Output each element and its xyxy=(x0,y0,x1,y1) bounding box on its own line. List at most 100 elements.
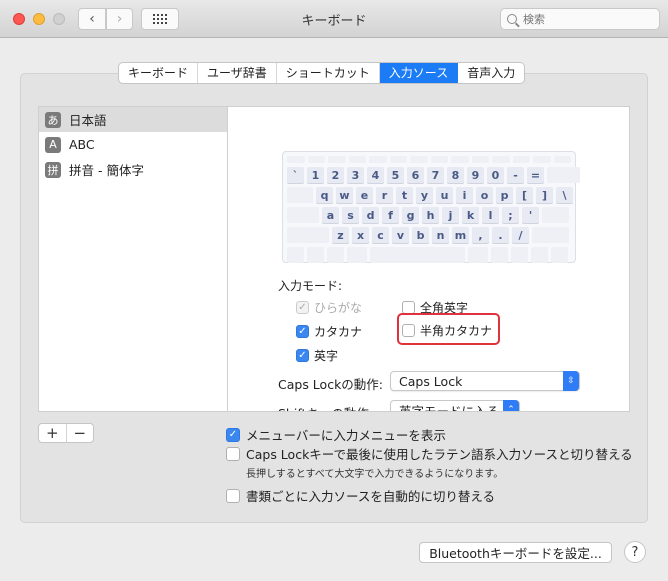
checkbox-label: ひらがな xyxy=(314,301,363,315)
key: p xyxy=(496,187,513,203)
caps-lock-note: 長押しするとすべて大文字で入力できるようになります。 xyxy=(246,469,504,480)
key: l xyxy=(482,207,499,223)
key: m xyxy=(452,227,469,243)
source-label: 拼音 - 簡体字 xyxy=(69,163,144,178)
key: ; xyxy=(502,207,519,223)
bluetooth-keyboard-button[interactable]: Bluetoothキーボードを設定... xyxy=(419,542,612,563)
space-key xyxy=(370,247,465,263)
modifier-key xyxy=(347,247,367,263)
tab-bar: キーボード ユーザ辞書 ショートカット 入力ソース 音声入力 xyxy=(118,62,526,84)
key: f xyxy=(382,207,399,223)
caps-lock-label: Caps Lockの動作: xyxy=(278,377,384,392)
source-detail-pane: ` 1 2 3 4 5 6 7 8 9 0- = q w e r t y u i o p[] \ a s d f g h j k l; ' … xyxy=(228,106,630,412)
key: w xyxy=(336,187,353,203)
key: 6 xyxy=(407,167,424,183)
shift-key xyxy=(532,227,569,243)
checkmark-icon[interactable]: ✓ xyxy=(226,427,240,442)
key: / xyxy=(512,227,529,243)
tab-keyboard[interactable]: キーボード xyxy=(119,63,199,83)
function-key xyxy=(492,156,510,163)
search-field[interactable] xyxy=(500,8,660,30)
show-input-menu-checkbox[interactable]: ✓ メニューバーに入力メニューを表示 xyxy=(226,425,446,444)
function-key xyxy=(287,156,305,163)
key: g xyxy=(402,207,419,223)
auto-switch-checkbox[interactable]: 書類ごとに入力ソースを自動的に切り替える xyxy=(226,486,495,505)
add-remove-buttons: + − xyxy=(38,423,94,443)
checkbox-label: カタカナ xyxy=(314,325,363,339)
checkmark-icon[interactable]: ✓ xyxy=(296,325,309,338)
function-key xyxy=(553,156,571,163)
source-item-japanese[interactable]: あ 日本語 xyxy=(39,107,227,132)
tab-dictation[interactable]: 音声入力 xyxy=(458,63,524,83)
key: ] xyxy=(536,187,553,203)
checkbox-box[interactable] xyxy=(226,488,240,503)
key: 3 xyxy=(347,167,364,183)
key: , xyxy=(472,227,489,243)
key: v xyxy=(392,227,409,243)
function-key xyxy=(410,156,428,163)
checkbox-box[interactable] xyxy=(402,324,415,337)
key: 9 xyxy=(467,167,484,183)
caps-key xyxy=(287,207,319,223)
key: 4 xyxy=(367,167,384,183)
checkbox-label: 半角カタカナ xyxy=(420,324,493,338)
checkbox-label: メニューバーに入力メニューを表示 xyxy=(246,428,446,443)
checkbox-box[interactable] xyxy=(226,446,240,461)
katakana-checkbox[interactable]: ✓ カタカナ xyxy=(296,323,362,340)
tab-input-sources[interactable]: 入力ソース xyxy=(379,63,459,83)
input-source-list[interactable]: あ 日本語 A ABC 拼 拼音 - 簡体字 xyxy=(38,106,228,412)
pinyin-badge-icon: 拼 xyxy=(45,161,61,178)
checkmark-icon[interactable]: ✓ xyxy=(296,349,309,362)
input-mode-label: 入力モード: xyxy=(278,279,343,293)
chevron-updown-icon: ⌃ xyxy=(503,400,519,411)
function-key xyxy=(389,156,407,163)
function-key xyxy=(328,156,346,163)
modifier-key xyxy=(551,247,568,263)
key: q xyxy=(316,187,333,203)
remove-source-button[interactable]: − xyxy=(67,424,94,442)
modifier-key xyxy=(287,247,304,263)
key: d xyxy=(362,207,379,223)
key: r xyxy=(376,187,393,203)
key: . xyxy=(492,227,509,243)
shift-key-label: Shiftキーの動作: xyxy=(278,403,373,411)
key: s xyxy=(342,207,359,223)
function-key xyxy=(369,156,387,163)
shift-key-popup[interactable]: 英字モードに入る ⌃ xyxy=(390,400,520,411)
tab-shortcuts[interactable]: ショートカット xyxy=(277,63,380,83)
help-button[interactable]: ? xyxy=(624,541,646,563)
source-item-abc[interactable]: A ABC xyxy=(39,132,227,157)
search-input[interactable] xyxy=(523,12,643,26)
key: c xyxy=(372,227,389,243)
search-icon xyxy=(507,14,517,24)
hiragana-badge-icon: あ xyxy=(45,111,61,128)
title-bar: ‹ › キーボード xyxy=(0,0,668,38)
caps-lock-switch-checkbox[interactable]: Caps Lockキーで最後に使用したラテン語系入力ソースと切り替える xyxy=(226,444,633,463)
key: 8 xyxy=(447,167,464,183)
tab-user-dictionary[interactable]: ユーザ辞書 xyxy=(198,63,277,83)
key: i xyxy=(456,187,473,203)
key: a xyxy=(322,207,339,223)
key: t xyxy=(396,187,413,203)
modifier-key xyxy=(531,247,548,263)
hiragana-checkbox: ✓ ひらがな xyxy=(296,299,362,316)
key: n xyxy=(432,227,449,243)
key: y xyxy=(416,187,433,203)
delete-key xyxy=(547,167,580,183)
keyboard-layout-preview: ` 1 2 3 4 5 6 7 8 9 0- = q w e r t y u i o p[] \ a s d f g h j k l; ' … xyxy=(282,151,580,263)
caps-lock-popup[interactable]: Caps Lock ⇳ xyxy=(390,371,580,391)
add-source-button[interactable]: + xyxy=(39,424,67,442)
key: j xyxy=(442,207,459,223)
key: 5 xyxy=(387,167,404,183)
chevron-updown-icon: ⇳ xyxy=(563,371,579,391)
key: 7 xyxy=(427,167,444,183)
return-key xyxy=(542,207,569,223)
checkbox-label: 英字 xyxy=(314,349,339,363)
modifier-key xyxy=(327,247,344,263)
halfwidth-katakana-checkbox[interactable]: 半角カタカナ xyxy=(402,322,492,339)
function-key xyxy=(471,156,489,163)
roman-checkbox[interactable]: ✓ 英字 xyxy=(296,347,338,364)
key: x xyxy=(352,227,369,243)
key: - xyxy=(507,167,524,183)
source-item-pinyin[interactable]: 拼 拼音 - 簡体字 xyxy=(39,157,227,182)
